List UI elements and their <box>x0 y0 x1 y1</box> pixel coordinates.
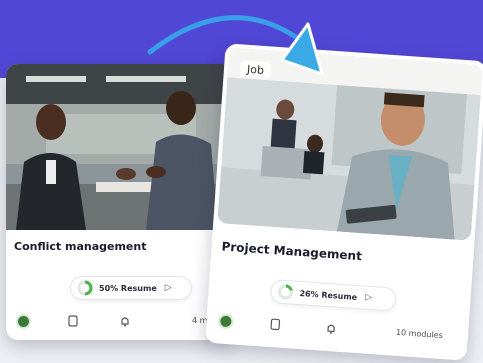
resume-label: 26% Resume <box>299 288 358 302</box>
resume-button[interactable]: 26% Resume ▷ <box>269 278 398 312</box>
progress-ring-icon <box>77 280 93 296</box>
progress-ring-icon <box>278 284 294 300</box>
course-card-project[interactable]: Job Project Management 26% Resume ▷ 10 m… <box>204 43 483 361</box>
course-photo <box>6 64 234 230</box>
course-card-conflict[interactable]: Conflict management 50% Resume ▷ 4 m <box>6 64 234 340</box>
resume-label: 50% Resume <box>99 283 157 293</box>
course-photo: Job <box>217 47 483 241</box>
bell-icon <box>121 317 129 327</box>
course-title: Project Management <box>221 239 363 264</box>
cursor-pointer-icon <box>280 22 324 76</box>
avatar-icon <box>16 314 31 329</box>
play-icon: ▷ <box>164 283 172 293</box>
course-title: Conflict management <box>14 240 147 253</box>
modules-count: 10 modules <box>395 327 444 341</box>
resume-button[interactable]: 50% Resume ▷ <box>70 276 192 300</box>
card-footer: 10 modules <box>206 311 469 349</box>
job-badge: Job <box>239 60 272 80</box>
bell-icon <box>327 324 335 334</box>
card-footer: 4 m <box>6 312 234 332</box>
document-icon <box>68 315 78 327</box>
play-icon: ▷ <box>364 292 373 304</box>
avatar-icon <box>217 313 234 330</box>
document-icon <box>270 318 281 331</box>
